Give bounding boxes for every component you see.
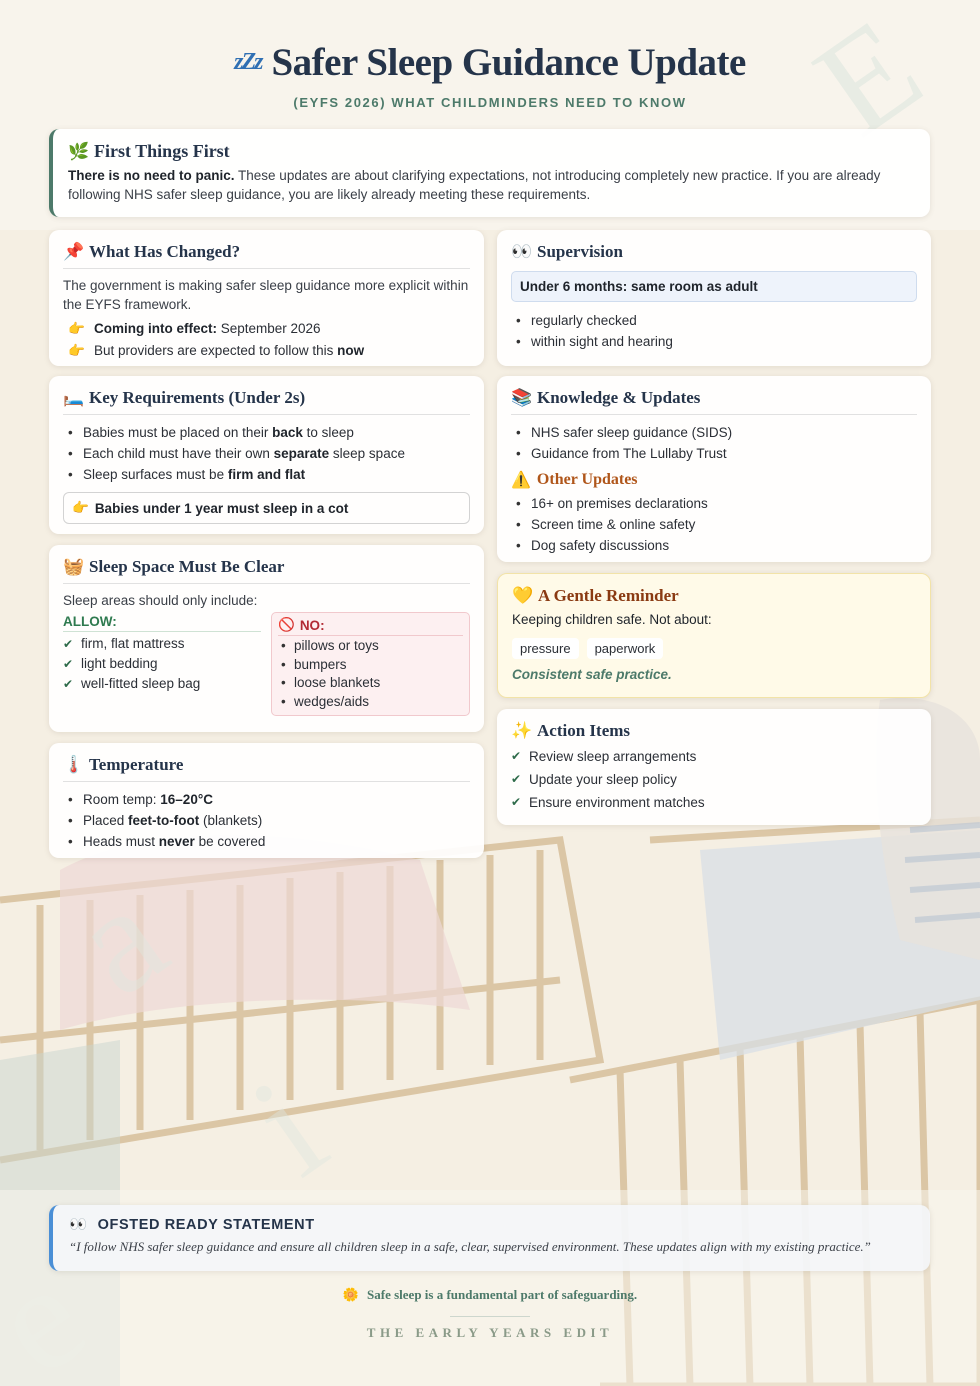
action-items-card: ✨ Action Items Review sleep arrangements…	[497, 709, 931, 825]
supervision-highlight: Under 6 months: same room as adult	[511, 271, 917, 302]
page-header: zZz Safer Sleep Guidance Update (EYFS 20…	[0, 40, 980, 110]
ofsted-quote: “I follow NHS safer sleep guidance and e…	[69, 1239, 871, 1254]
changed-intro: The government is making safer sleep gui…	[63, 278, 469, 312]
flower-icon: 🌼	[342, 1287, 360, 1302]
card-title: 📌 What Has Changed?	[63, 242, 470, 269]
card-title: 🛏️ Key Requirements (Under 2s)	[63, 388, 470, 415]
pointing-hand-icon: 👉	[68, 321, 85, 336]
list-item: Guidance from The Lullaby Trust	[511, 443, 917, 464]
no-list: pillows or toys bumpers loose blankets w…	[278, 637, 463, 711]
zzz-icon: zZz	[234, 49, 263, 75]
clear-intro: Sleep areas should only include:	[63, 593, 258, 608]
card-title: 💛 A Gentle Reminder	[512, 586, 679, 605]
chip-row: pressure paperwork	[512, 638, 916, 659]
list-item: Update your sleep policy	[511, 768, 917, 791]
card-title: ✨ Action Items	[511, 721, 631, 740]
prohibited-icon: 🚫	[278, 617, 295, 632]
allow-column: ALLOW: firm, flat mattress light bedding…	[63, 614, 261, 716]
chip: paperwork	[586, 638, 664, 659]
no-column: 🚫 NO: pillows or toys bumpers loose blan…	[271, 612, 470, 716]
card-title: 🌿 First Things First	[68, 141, 230, 161]
supervision-card: 👀 Supervision Under 6 months: same room …	[497, 230, 931, 366]
action-list: Review sleep arrangements Update your sl…	[511, 745, 917, 814]
list-item: light bedding	[63, 654, 261, 674]
list-item: firm, flat mattress	[63, 634, 261, 654]
books-icon: 📚	[511, 388, 533, 407]
no-heading: 🚫 NO:	[278, 617, 463, 636]
other-updates-list: 16+ on premises declarations Screen time…	[511, 493, 917, 556]
thermometer-icon: 🌡️	[63, 755, 85, 774]
list-item: Placed feet-to-foot (blankets)	[63, 810, 470, 831]
list-item: bumpers	[278, 656, 463, 675]
list-item: Each child must have their own separate …	[63, 443, 470, 464]
requirements-list: Babies must be placed on their back to s…	[63, 422, 470, 485]
gentle-footer: Consistent safe practice.	[512, 667, 672, 682]
list-item: Sleep surfaces must be firm and flat	[63, 464, 470, 485]
list-item: pillows or toys	[278, 637, 463, 656]
sleep-space-clear-card: 🧺 Sleep Space Must Be Clear Sleep areas …	[49, 545, 484, 732]
follow-now-row: 👉 But providers are expected to follow t…	[63, 341, 470, 361]
what-has-changed-card: 📌 What Has Changed? The government is ma…	[49, 230, 484, 366]
card-title: 📚 Knowledge & Updates	[511, 388, 917, 415]
bed-icon: 🛏️	[63, 388, 85, 407]
leaf-icon: 🌿	[68, 141, 90, 161]
footer-divider	[450, 1316, 530, 1317]
brand-name: THE EARLY YEARS EDIT	[366, 1325, 614, 1340]
first-things-first-card: 🌿 First Things First There is no need to…	[49, 129, 930, 217]
other-updates-heading: ⚠️ Other Updates	[511, 471, 638, 489]
allow-list: firm, flat mattress light bedding well-f…	[63, 634, 261, 694]
sparkles-icon: ✨	[511, 721, 533, 740]
list-item: 16+ on premises declarations	[511, 493, 917, 514]
list-item: Ensure environment matches	[511, 791, 917, 814]
page-title: zZz Safer Sleep Guidance Update	[234, 41, 746, 84]
card-title: 👀 Supervision	[511, 242, 623, 261]
basket-icon: 🧺	[63, 557, 85, 576]
ofsted-statement-card: 👀 OFSTED READY STATEMENT “I follow NHS s…	[49, 1205, 930, 1271]
list-item: Screen time & online safety	[511, 514, 917, 535]
chip: pressure	[512, 638, 579, 659]
first-body: There is no need to panic. These updates…	[68, 168, 881, 202]
pushpin-icon: 📌	[63, 242, 85, 261]
list-item: NHS safer sleep guidance (SIDS)	[511, 422, 917, 443]
gentle-reminder-card: 💛 A Gentle Reminder Keeping children saf…	[497, 573, 931, 698]
gentle-line: Keeping children safe. Not about:	[512, 612, 712, 627]
page-subtitle: (EYFS 2026) WHAT CHILDMINDERS NEED TO KN…	[293, 95, 687, 110]
list-item: wedges/aids	[278, 693, 463, 712]
card-title: 🧺 Sleep Space Must Be Clear	[63, 557, 470, 584]
key-requirements-card: 🛏️ Key Requirements (Under 2s) Babies mu…	[49, 376, 484, 534]
pointing-hand-icon: 👉	[68, 343, 85, 358]
list-item: loose blankets	[278, 674, 463, 693]
card-title: 🌡️ Temperature	[63, 755, 470, 782]
knowledge-list: NHS safer sleep guidance (SIDS) Guidance…	[511, 422, 917, 464]
list-item: Heads must never be covered	[63, 831, 470, 852]
allow-heading: ALLOW:	[63, 614, 261, 632]
list-item: Babies must be placed on their back to s…	[63, 422, 470, 443]
temperature-card: 🌡️ Temperature Room temp: 16–20°C Placed…	[49, 743, 484, 858]
eyes-icon: 👀	[69, 1217, 88, 1233]
cot-callout: 👉 Babies under 1 year must sleep in a co…	[63, 492, 470, 524]
list-item: well-fitted sleep bag	[63, 674, 261, 694]
list-item: Review sleep arrangements	[511, 745, 917, 768]
footer-tagline: 🌼 Safe sleep is a fundamental part of saf…	[342, 1287, 638, 1302]
list-item: within sight and hearing	[511, 331, 917, 352]
list-item: Room temp: 16–20°C	[63, 789, 470, 810]
pointing-hand-icon: 👉	[72, 500, 89, 515]
allow-no-columns: ALLOW: firm, flat mattress light bedding…	[63, 612, 470, 716]
eyes-icon: 👀	[511, 242, 533, 261]
yellow-heart-icon: 💛	[512, 586, 534, 605]
list-item: Dog safety discussions	[511, 535, 917, 556]
effective-date-row: 👉 Coming into effect: September 2026	[63, 319, 470, 339]
warning-icon: ⚠️	[511, 472, 531, 489]
list-item: regularly checked	[511, 310, 917, 331]
temperature-list: Room temp: 16–20°C Placed feet-to-foot (…	[63, 789, 470, 852]
supervision-list: regularly checked within sight and heari…	[511, 310, 917, 352]
ofsted-heading: 👀 OFSTED READY STATEMENT	[69, 1216, 315, 1234]
knowledge-updates-card: 📚 Knowledge & Updates NHS safer sleep gu…	[497, 376, 931, 562]
